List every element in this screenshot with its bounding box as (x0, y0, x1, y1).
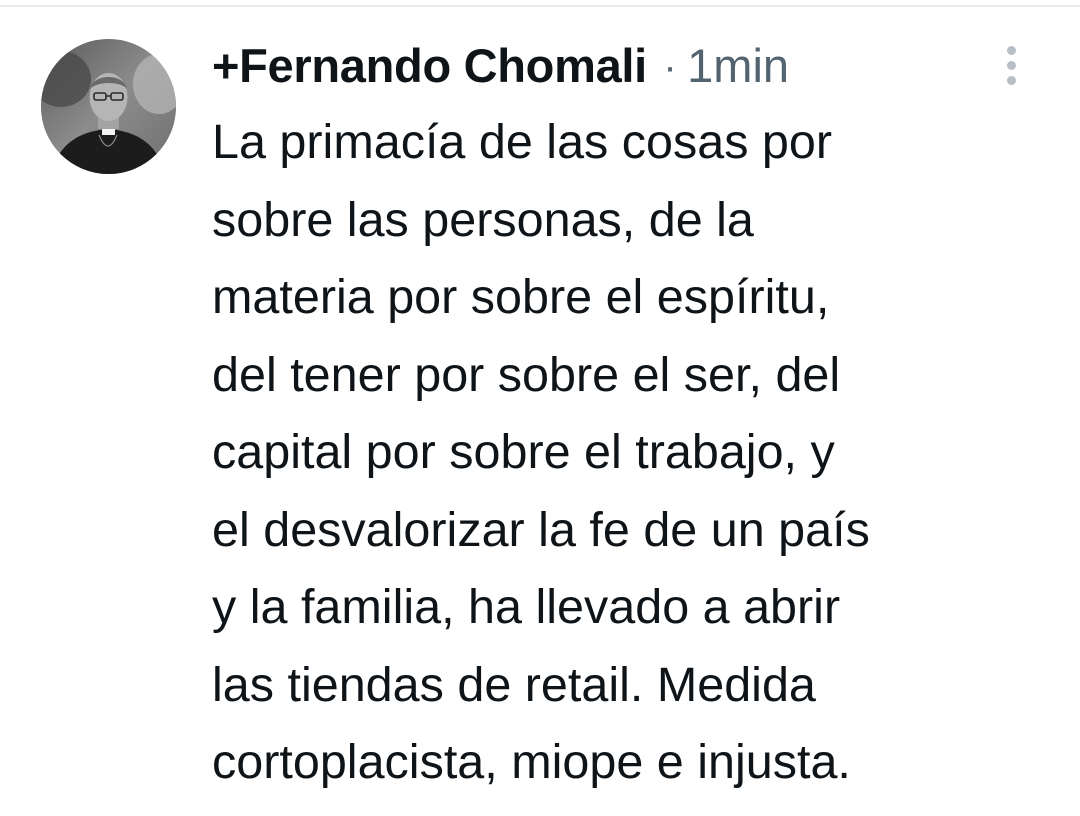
tweet-text-line: sobre las personas, de la (212, 192, 754, 247)
tweet-text-line: las tiendas de retail. Medida (212, 657, 816, 712)
tweet-header: +Fernando Chomali · 1min (212, 36, 789, 96)
author-name[interactable]: +Fernando Chomali (212, 39, 647, 92)
tweet-text-line: materia por sobre el espíritu, (212, 270, 830, 324)
tweet-text-line: cortoplacista, miope e injusta. (212, 735, 851, 789)
tweet-text-line: del tener por sobre el ser, del (212, 347, 841, 402)
more-options-button[interactable] (998, 44, 1026, 88)
tweet-text-line: La primacía de las cosas por (212, 115, 833, 169)
tweet-text-line: capital por sobre el trabajo, y (212, 425, 835, 479)
tweet-text-line: y la familia, ha llevado a abrir (212, 580, 841, 634)
separator-dot: · (663, 45, 677, 89)
tweet-card[interactable]: +Fernando Chomali · 1min La primacía de … (0, 0, 1080, 816)
tweet-text: La primacía de las cosas por sobre las p… (212, 104, 1042, 802)
profile-photo (41, 39, 176, 174)
avatar[interactable] (41, 39, 176, 174)
tweet-text-line: el desvalorizar la fe de un país (212, 502, 870, 557)
timestamp[interactable]: 1min (687, 39, 789, 92)
